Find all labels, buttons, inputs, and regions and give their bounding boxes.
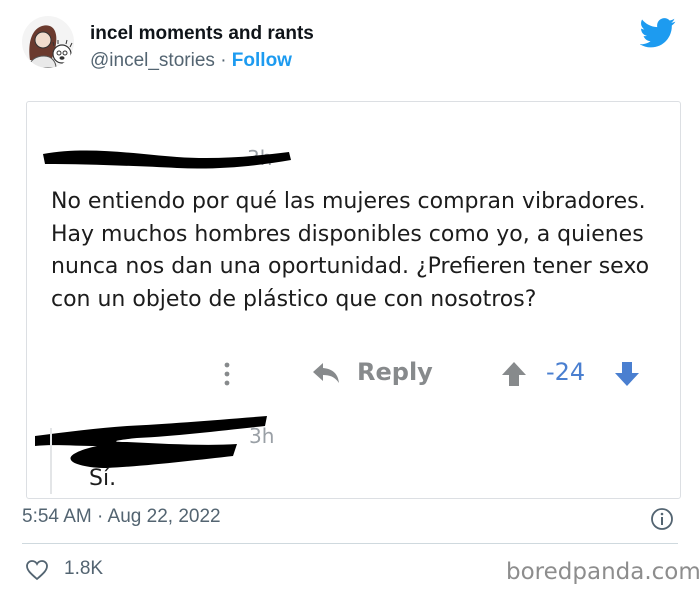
upvote-icon[interactable] [501,361,527,387]
reddit-comment-screenshot: 3h No entiendo por qué las mujeres compr… [26,101,681,499]
vote-score: -24 [546,358,586,386]
comment-body: No entiendo por qué las mujeres compran … [51,189,650,312]
downvote-icon[interactable] [614,361,640,387]
reply-body: Sí. [89,466,117,491]
handle-row: @incel_stories · Follow [90,50,292,72]
follow-button[interactable]: Follow [232,50,292,71]
like-count[interactable]: 1.8K [64,558,103,580]
reply-arrow-icon[interactable] [312,361,340,385]
redaction-mark [43,150,291,169]
redaction-mark [35,416,267,468]
avatar[interactable] [22,16,74,68]
divider [22,543,678,544]
tweet-timestamp[interactable]: 5:54 AM · Aug 22, 2022 [22,506,221,528]
info-icon[interactable] [650,507,674,531]
account-name[interactable]: incel moments and rants [90,23,314,45]
separator: · [220,50,227,71]
twitter-bird-icon[interactable] [640,18,676,48]
comment-actions: Reply -24 [27,352,680,396]
reply-button[interactable]: Reply [357,358,433,386]
account-handle[interactable]: @incel_stories [90,50,215,71]
thread-line [50,428,52,494]
more-dots-icon[interactable] [223,361,231,387]
watermark: boredpanda.com [506,559,700,585]
heart-icon[interactable] [25,559,49,581]
